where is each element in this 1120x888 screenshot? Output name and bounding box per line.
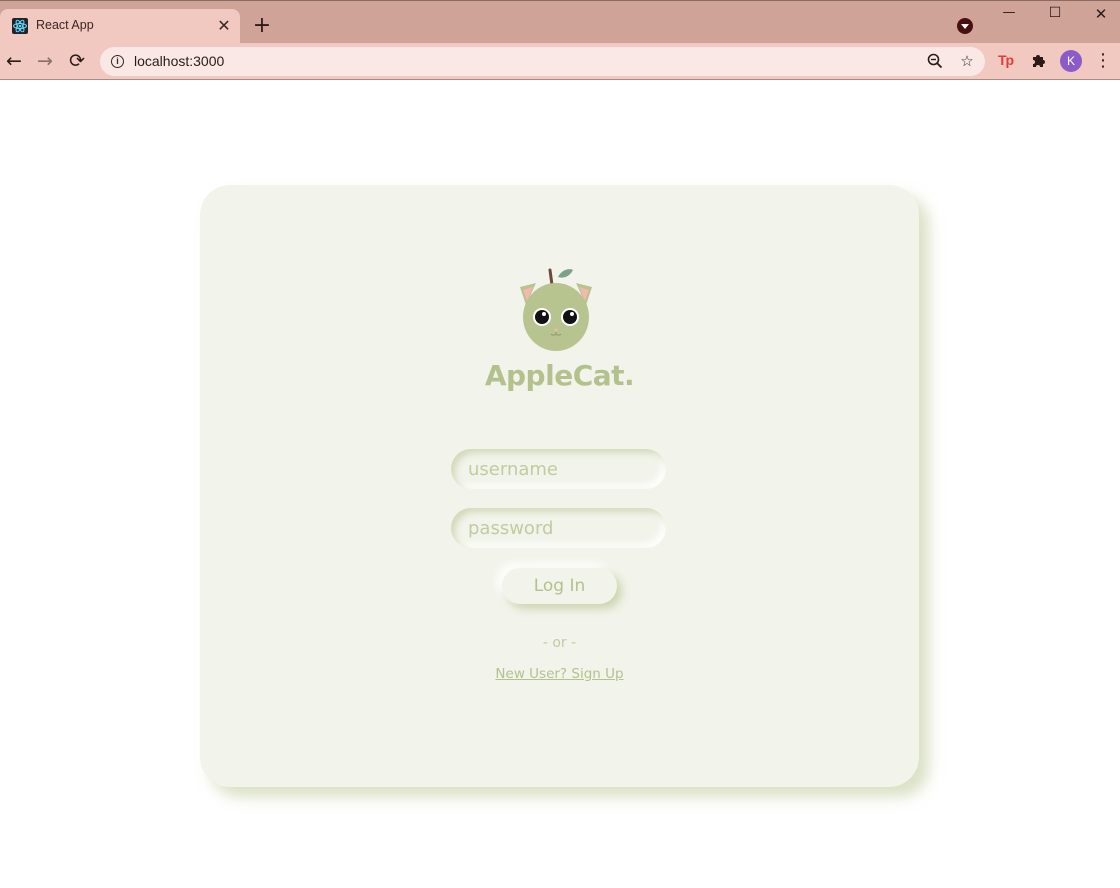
site-info-icon[interactable]: i <box>111 55 124 68</box>
tab-close-icon[interactable]: ✕ <box>215 17 233 35</box>
reload-button[interactable]: ⟳ <box>65 49 89 73</box>
new-tab-button[interactable]: + <box>250 15 274 39</box>
or-divider: - or - <box>542 635 577 651</box>
zoom-icon[interactable] <box>925 51 945 71</box>
url-text[interactable]: localhost:3000 <box>134 53 224 69</box>
brand-title: AppleCat. <box>484 359 635 392</box>
tp-extension-icon[interactable]: Tp <box>998 52 1014 68</box>
username-input[interactable] <box>451 449 666 489</box>
login-button[interactable]: Log In <box>502 568 617 604</box>
forward-button[interactable]: → <box>33 49 57 73</box>
password-input[interactable] <box>451 508 666 548</box>
browser-tab[interactable]: React App ✕ <box>0 9 240 44</box>
browser-tabstrip: React App ✕ + — ☐ ✕ <box>0 0 1120 44</box>
window-close-button[interactable]: ✕ <box>1078 5 1120 27</box>
applecat-logo-icon <box>520 268 592 351</box>
back-button[interactable]: ← <box>2 49 26 73</box>
address-bar[interactable]: i localhost:3000 ☆ <box>100 47 985 76</box>
react-icon <box>12 18 28 34</box>
puzzle-icon[interactable] <box>1031 52 1047 68</box>
profile-dropdown-icon[interactable] <box>957 18 973 34</box>
browser-toolbar: ← → ⟳ i localhost:3000 ☆ Tp K ⋮ <box>0 43 1120 80</box>
signup-link[interactable]: New User? Sign Up <box>200 666 919 682</box>
tab-title: React App <box>36 18 94 32</box>
avatar[interactable]: K <box>1060 50 1082 72</box>
maximize-button[interactable]: ☐ <box>1032 5 1078 27</box>
menu-icon[interactable]: ⋮ <box>1094 49 1112 73</box>
minimize-button[interactable]: — <box>986 5 1032 27</box>
login-card: AppleCat. Log In - or - New User? Sign U… <box>200 185 919 787</box>
bookmark-star-icon[interactable]: ☆ <box>957 51 977 71</box>
